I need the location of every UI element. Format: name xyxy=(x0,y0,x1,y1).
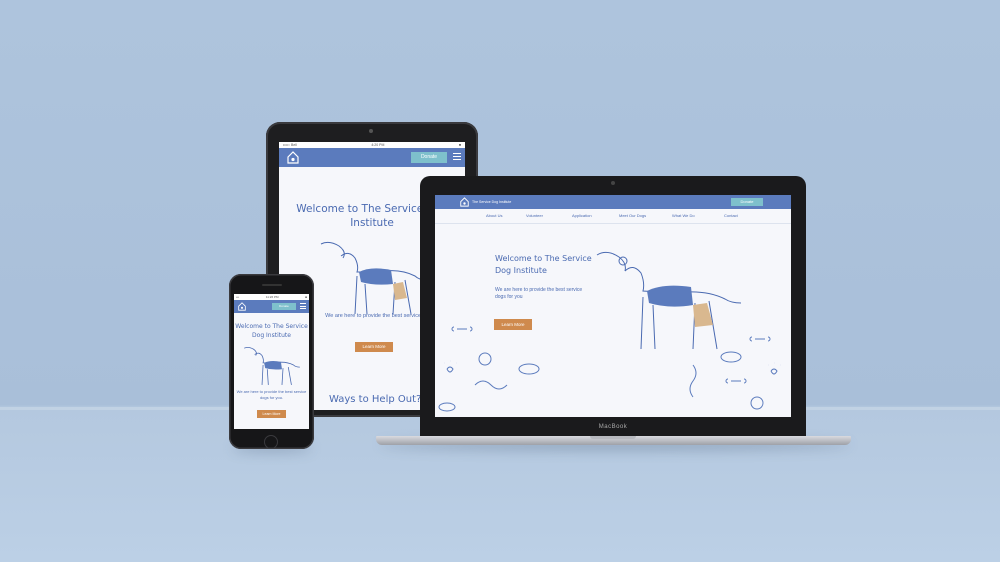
tablet-camera xyxy=(369,129,373,133)
laptop-device: The Service Dog Institute Donate About U… xyxy=(420,176,806,438)
bowl-icon xyxy=(518,363,540,375)
nav-contact[interactable]: Contact xyxy=(724,209,738,223)
pet-icons-pattern xyxy=(438,326,781,412)
house-logo-icon[interactable] xyxy=(238,302,246,311)
donate-button[interactable]: Donate xyxy=(411,152,447,163)
tablet-navbar: Donate xyxy=(279,148,465,167)
hero-subtitle: We are here to provide the best service … xyxy=(495,287,583,300)
main-navigation: About Us Volunteer Application Meet Our … xyxy=(435,209,791,224)
bone-icon xyxy=(725,378,747,384)
hamburger-menu-icon[interactable] xyxy=(300,303,306,311)
nav-volunteer[interactable]: Volunteer xyxy=(526,209,543,223)
hero-title: Welcome to The Service Dog Institute xyxy=(495,254,592,275)
phone-device: ••• 11:26 PM ■ Donate Welcome to The Ser… xyxy=(229,274,314,449)
phone-home-button[interactable] xyxy=(264,435,278,449)
bone-icon xyxy=(749,336,771,342)
bowl-icon xyxy=(720,351,742,363)
donate-button[interactable]: Donate xyxy=(731,198,763,206)
bone-icon xyxy=(451,326,473,332)
house-logo-icon[interactable] xyxy=(287,151,299,164)
dog-illustration xyxy=(243,346,300,386)
dog-illustration xyxy=(320,241,428,315)
laptop-brand-label: MacBook xyxy=(598,424,628,430)
collar-icon xyxy=(750,396,764,410)
phone-navbar: Donate xyxy=(234,300,309,313)
paw-icon xyxy=(444,360,457,373)
hero-title: Welcome to The Service Dog Institute xyxy=(235,323,308,339)
site-name[interactable]: The Service Dog Institute xyxy=(472,195,511,209)
phone-screen: ••• 11:26 PM ■ Donate Welcome to The Ser… xyxy=(234,294,309,429)
laptop-header-bar: The Service Dog Institute Donate xyxy=(435,195,791,209)
paw-icon xyxy=(768,362,781,375)
laptop-base xyxy=(376,436,851,445)
phone-speaker xyxy=(262,284,282,286)
rope-toy-icon xyxy=(689,364,697,398)
nav-what-we-do[interactable]: What We Do xyxy=(672,209,695,223)
donate-button[interactable]: Donate xyxy=(272,303,296,310)
rope-toy-icon xyxy=(474,380,508,390)
laptop-notch xyxy=(590,436,636,439)
collar-icon xyxy=(478,352,492,366)
nav-application[interactable]: Application xyxy=(572,209,592,223)
laptop-camera xyxy=(611,181,615,185)
house-logo-icon[interactable] xyxy=(460,197,469,207)
laptop-screen: The Service Dog Institute Donate About U… xyxy=(435,195,791,417)
bowl-icon xyxy=(438,402,456,412)
hamburger-menu-icon[interactable] xyxy=(453,153,461,162)
learn-more-button[interactable]: Learn More xyxy=(257,410,286,418)
hero-subtitle: We are here to provide the best service … xyxy=(236,389,307,400)
learn-more-button[interactable]: Learn More xyxy=(355,342,393,352)
section-heading-fragment: Ways to Help Out? xyxy=(329,394,422,405)
nav-meet-our-dogs[interactable]: Meet Our Dogs xyxy=(619,209,646,223)
nav-about-us[interactable]: About Us xyxy=(486,209,502,223)
